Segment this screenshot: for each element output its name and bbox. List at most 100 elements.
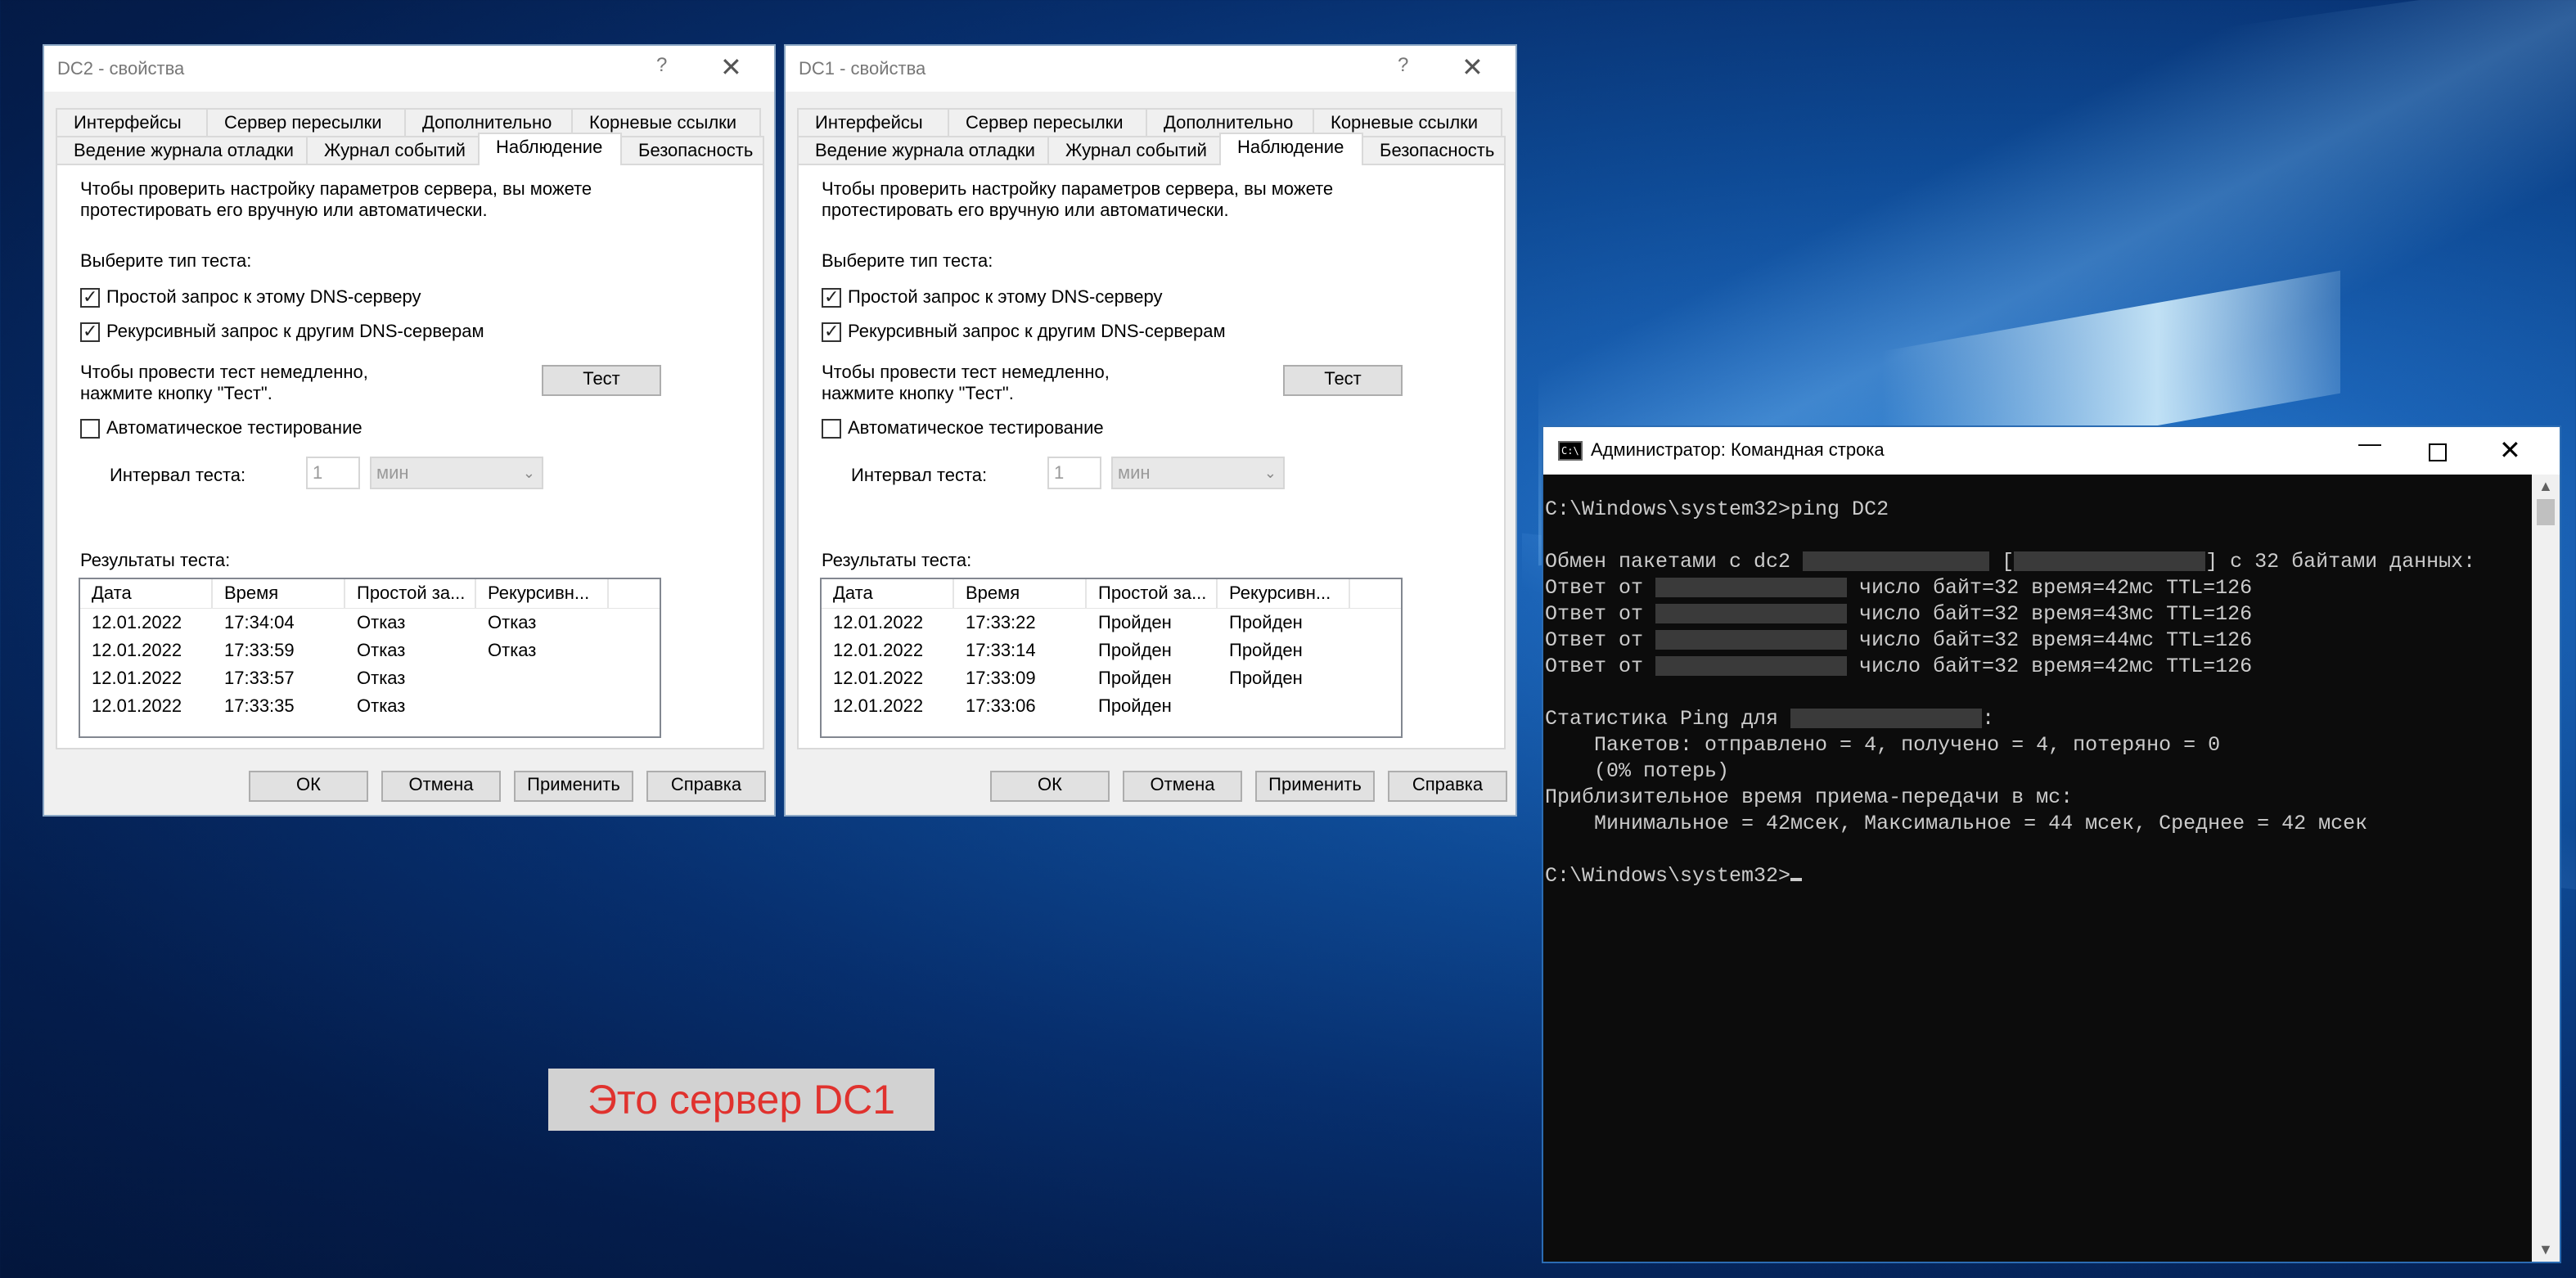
scroll-thumb[interactable] [2537,499,2555,525]
column-simple[interactable]: Простой за... [345,579,476,608]
table-row[interactable]: 12.01.2022 17:33:35 Отказ [80,692,660,720]
console-line: Ответ от число байт=32 время=42мс TTL=12… [1545,655,2252,678]
recursive-query-checkbox[interactable] [80,321,100,342]
close-icon[interactable]: ✕ [720,51,742,83]
cancel-button[interactable]: Отмена [1123,771,1242,802]
column-time[interactable]: Время [213,579,345,608]
results-header: Дата Время Простой за... Рекурсивн... [822,579,1401,609]
row-date: 12.01.2022 [92,668,182,688]
interval-input[interactable]: 1 [1047,457,1101,489]
auto-test-checkbox[interactable] [822,419,841,439]
redacted-ip [1790,709,1983,729]
recursive-query-checkbox[interactable] [822,321,841,342]
tab-debug-logging[interactable]: Ведение журнала отладки [56,136,308,165]
simple-query-checkbox[interactable] [822,286,841,308]
maximize-icon[interactable] [2429,443,2447,461]
interval-unit-select[interactable]: мин ⌄ [1111,457,1285,489]
help-button[interactable]: ? [656,54,667,77]
row-date: 12.01.2022 [833,640,924,660]
row-time: 17:34:04 [224,612,295,632]
table-row[interactable]: 12.01.2022 17:33:59 Отказ Отказ [80,637,660,664]
row-time: 17:33:35 [224,695,295,716]
interval-unit-value: мин [376,462,409,483]
tab-interfaces[interactable]: Интерфейсы [797,108,949,137]
console-scrollbar[interactable]: ▲ ▼ [2532,475,2560,1262]
chevron-down-icon: ⌄ [1263,465,1277,481]
recursive-query-label[interactable]: Рекурсивный запрос к другим DNS-серверам [106,321,484,342]
console-text: число байт=32 время=44мс TTL=126 [1847,628,2253,652]
scroll-up-icon[interactable]: ▲ [2538,478,2553,495]
row-simple: Отказ [357,640,406,660]
minimize-icon[interactable]: — [2358,430,2381,457]
cancel-button[interactable]: Отмена [381,771,501,802]
table-row[interactable]: 12.01.2022 17:34:04 Отказ Отказ [80,609,660,637]
tab-monitoring[interactable]: Наблюдение [1219,133,1363,165]
results-list[interactable]: Дата Время Простой за... Рекурсивн... 12… [820,578,1403,738]
auto-test-label[interactable]: Автоматическое тестирование [106,417,363,439]
console-output[interactable]: C:\Windows\system32>ping DC2 Обмен пакет… [1543,475,2525,1260]
tab-event-logging[interactable]: Журнал событий [1047,136,1221,165]
row-date: 12.01.2022 [833,695,924,716]
tab-security[interactable]: Безопасность [620,136,764,165]
test-now-text: Чтобы провести тест немедленно, [80,362,368,382]
help-dialog-button[interactable]: Справка [646,771,766,802]
table-row[interactable]: 12.01.2022 17:33:57 Отказ [80,664,660,692]
close-icon[interactable]: ✕ [1461,51,1484,83]
annotation-label: Это сервер DC1 [548,1069,934,1131]
column-simple[interactable]: Простой за... [1087,579,1218,608]
help-dialog-button[interactable]: Справка [1388,771,1507,802]
redacted-ip [1655,604,1848,624]
scroll-down-icon[interactable]: ▼ [2538,1241,2553,1258]
intro-text: протестировать его вручную или автоматич… [822,200,1229,220]
column-date[interactable]: Дата [80,579,213,608]
ok-button[interactable]: ОК [990,771,1110,802]
test-button[interactable]: Тест [542,365,661,396]
row-simple: Пройден [1098,640,1172,660]
redacted-ip [1655,578,1848,598]
apply-button[interactable]: Применить [514,771,633,802]
console-line: Ответ от число байт=32 время=42мс TTL=12… [1545,576,2252,600]
auto-test-label[interactable]: Автоматическое тестирование [848,417,1104,439]
console-text: ] с 32 байтами данных: [2205,550,2476,574]
table-row[interactable]: 12.01.2022 17:33:06 Пройден [822,692,1401,720]
redacted-ip [1803,551,1990,572]
simple-query-label[interactable]: Простой запрос к этому DNS-серверу [848,286,1163,308]
row-simple: Отказ [357,612,406,632]
interval-input[interactable]: 1 [306,457,360,489]
table-row[interactable]: 12.01.2022 17:33:22 Пройден Пройден [822,609,1401,637]
console-line: Приблизительное время приема-передачи в … [1545,785,2074,809]
tab-event-logging[interactable]: Журнал событий [306,136,480,165]
apply-button[interactable]: Применить [1255,771,1375,802]
results-list[interactable]: Дата Время Простой за... Рекурсивн... 12… [79,578,661,738]
tab-forwarders[interactable]: Сервер пересылки [206,108,406,137]
table-row[interactable]: 12.01.2022 17:33:09 Пройден Пройден [822,664,1401,692]
interval-unit-select[interactable]: мин ⌄ [370,457,543,489]
simple-query-label[interactable]: Простой запрос к этому DNS-серверу [106,286,421,308]
table-row[interactable]: 12.01.2022 17:33:14 Пройден Пройден [822,637,1401,664]
monitoring-panel: Чтобы проверить настройку параметров сер… [797,164,1506,749]
column-recursive[interactable]: Рекурсивн... [1218,579,1350,608]
tab-forwarders[interactable]: Сервер пересылки [948,108,1147,137]
simple-query-checkbox[interactable] [80,286,100,308]
tab-debug-logging[interactable]: Ведение журнала отладки [797,136,1049,165]
tab-interfaces[interactable]: Интерфейсы [56,108,208,137]
column-date[interactable]: Дата [822,579,954,608]
console-line: C:\Windows\system32> [1545,864,1803,888]
interval-label: Интервал теста: [110,465,246,485]
recursive-query-label[interactable]: Рекурсивный запрос к другим DNS-серверам [848,321,1226,342]
row-simple: Пройден [1098,668,1172,688]
test-button[interactable]: Тест [1283,365,1403,396]
help-button[interactable]: ? [1398,54,1408,77]
ok-button[interactable]: ОК [249,771,368,802]
row-recursive: Пройден [1229,612,1303,632]
dialog-title-bar: DC1 - свойства ? ✕ [786,46,1515,92]
console-line: Обмен пакетами с dc2 [] с 32 байтами дан… [1545,550,2475,574]
auto-test-checkbox[interactable] [80,419,100,439]
close-icon[interactable]: ✕ [2499,434,2521,466]
column-recursive[interactable]: Рекурсивн... [476,579,609,608]
tab-row-1: Интерфейсы Сервер пересылки Дополнительн… [797,108,1502,137]
redacted-ip [1655,630,1848,650]
tab-security[interactable]: Безопасность [1362,136,1506,165]
column-time[interactable]: Время [954,579,1087,608]
tab-monitoring[interactable]: Наблюдение [478,133,622,165]
